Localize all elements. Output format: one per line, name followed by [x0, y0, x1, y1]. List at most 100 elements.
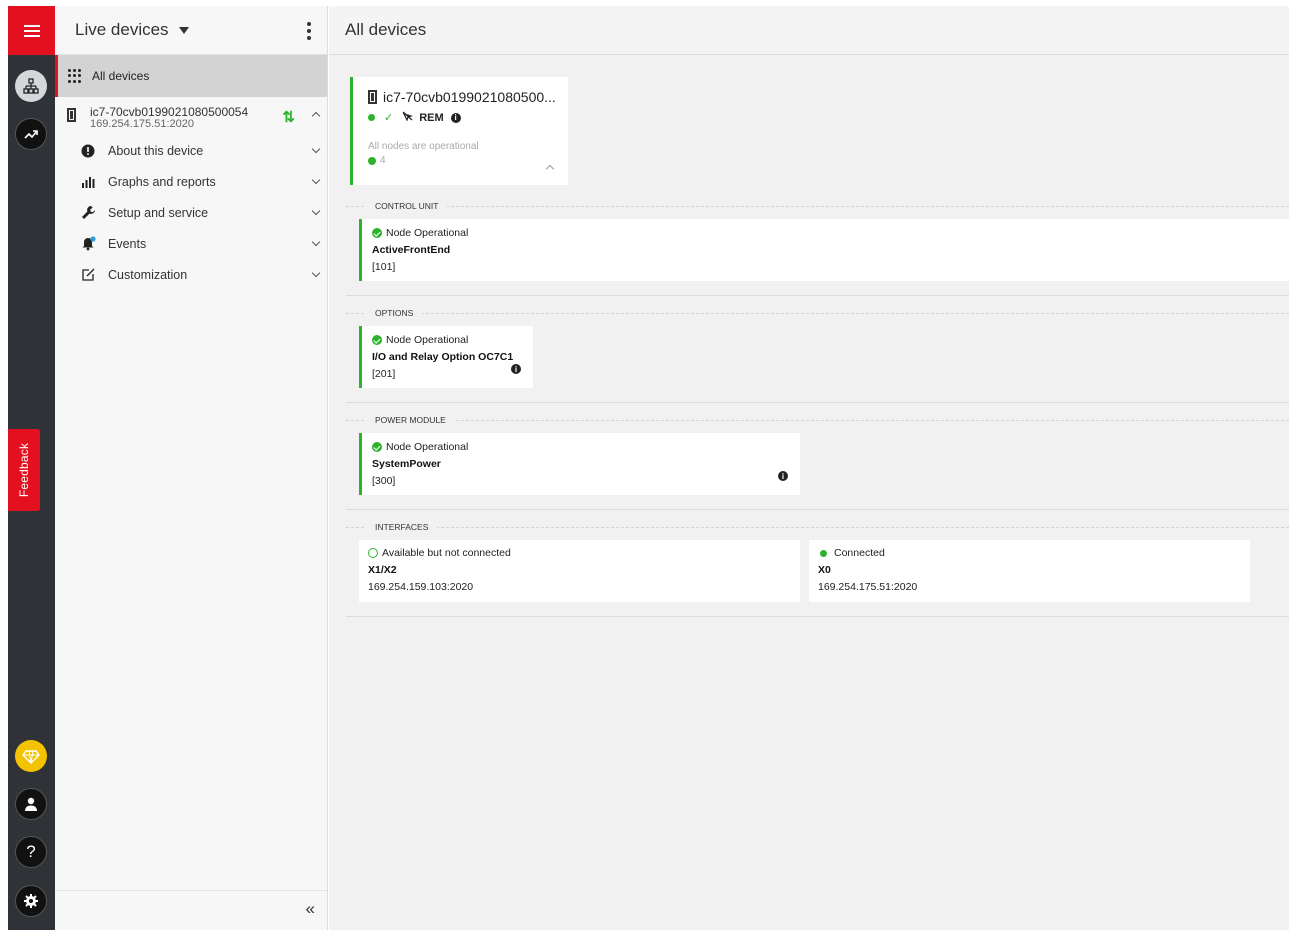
disconnected-circle-icon: [368, 548, 378, 558]
interface-card[interactable]: Available but not connected X1/X2 169.25…: [359, 540, 800, 602]
hamburger-icon: [23, 24, 40, 37]
user-icon: [25, 797, 37, 811]
control-mode: REM: [419, 111, 444, 124]
summary-count-row: 4: [368, 155, 568, 166]
nav-about-device-label: About this device: [108, 143, 204, 158]
sort-arrows-icon[interactable]: ⇅: [282, 108, 295, 126]
node-status-label: Node Operational: [386, 227, 469, 239]
drive-icon: [67, 108, 76, 122]
drive-icon: [368, 90, 377, 104]
more-options-icon[interactable]: [307, 22, 311, 40]
all-devices-item[interactable]: All devices: [55, 55, 327, 97]
connected-dot-icon: [820, 549, 827, 557]
node-card[interactable]: Node Operational I/O and Relay Option OC…: [359, 326, 533, 388]
left-rail: Feedback ?: [8, 6, 55, 930]
panel-header: Live devices: [55, 6, 327, 55]
node-card[interactable]: Node Operational SystemPower [300] i: [359, 433, 800, 495]
interface-card[interactable]: Connected X0 169.254.175.51:2020: [809, 540, 1250, 602]
nav-customization-label: Customization: [108, 267, 188, 282]
node-name: SystemPower: [372, 458, 441, 470]
settings-button[interactable]: [15, 885, 47, 917]
interface-address: 169.254.175.51:2020: [818, 581, 918, 593]
interface-name: X1/X2: [368, 564, 397, 576]
chevron-up-icon[interactable]: [545, 164, 555, 174]
premium-icon: [22, 750, 40, 764]
trends-button[interactable]: [15, 118, 47, 150]
section-divider: [346, 206, 1289, 207]
wrench-icon: [80, 205, 96, 221]
panel-footer: «: [55, 890, 327, 930]
feedback-tab[interactable]: Feedback: [8, 429, 40, 511]
device-ip: 169.254.175.51:2020: [90, 118, 194, 130]
node-status: Node Operational: [372, 441, 800, 453]
section-power-module: POWER MODULE Node Operational SystemPowe…: [346, 414, 1289, 510]
summary-device-name: ic7-70cvb0199021080500...: [383, 89, 556, 105]
device-name: ic7-70cvb0199021080500054: [90, 105, 249, 119]
settings-icon: [24, 894, 38, 908]
chevron-up-icon[interactable]: [311, 111, 321, 121]
interface-address: 169.254.159.103:2020: [368, 581, 474, 593]
help-icon: ?: [26, 842, 36, 861]
node-status-label: Node Operational: [386, 334, 469, 346]
nav-graphs-reports-label: Graphs and reports: [108, 174, 216, 189]
chevron-down-icon[interactable]: [311, 144, 321, 154]
section-title: POWER MODULE: [366, 414, 455, 426]
bell-icon: [80, 236, 96, 252]
all-devices-label: All devices: [92, 69, 150, 83]
interface-status-label: Available but not connected: [382, 547, 511, 559]
device-item[interactable]: ic7-70cvb0199021080500054 169.254.175.51…: [55, 97, 327, 135]
section-title: OPTIONS: [366, 307, 423, 319]
user-button[interactable]: [15, 788, 47, 820]
caret-down-icon[interactable]: [178, 26, 189, 34]
collapse-panel-icon[interactable]: «: [306, 899, 315, 919]
nav-customization[interactable]: Customization: [55, 259, 327, 290]
trend-icon: [24, 130, 38, 139]
network-icon: [23, 78, 39, 94]
node-status: Node Operational: [372, 227, 1289, 239]
check-circle-icon: [372, 335, 382, 345]
check-circle-icon: [372, 442, 382, 452]
chevron-down-icon[interactable]: [311, 237, 321, 247]
node-id: [201]: [372, 368, 396, 380]
check-circle-icon: [368, 156, 376, 165]
info-icon[interactable]: i: [511, 364, 521, 374]
nav-setup-service[interactable]: Setup and service: [55, 197, 327, 228]
node-id: [101]: [372, 261, 396, 273]
nav-setup-service-label: Setup and service: [108, 205, 209, 220]
section-interfaces: INTERFACES Available but not connected X…: [346, 521, 1289, 617]
nav-about-device[interactable]: About this device: [55, 135, 327, 166]
chevron-down-icon[interactable]: [311, 206, 321, 216]
section-title: INTERFACES: [366, 521, 438, 533]
interface-status-label: Connected: [834, 547, 885, 559]
page-title: All devices: [345, 20, 427, 39]
section-options: OPTIONS Node Operational I/O and Relay O…: [346, 307, 1289, 403]
premium-button[interactable]: [15, 740, 47, 772]
nav-graphs-reports[interactable]: Graphs and reports: [55, 166, 327, 197]
main-menu-button[interactable]: [8, 6, 55, 55]
nav-events[interactable]: Events: [55, 228, 327, 259]
summary-status-row: ✓ REM i: [368, 111, 568, 124]
main-content: All devices ic7-70cvb0199021080500... ✓ …: [329, 6, 1289, 930]
node-count: 4: [380, 155, 386, 166]
node-status: Node Operational: [372, 334, 533, 346]
section-title: CONTROL UNIT: [366, 200, 448, 212]
info-icon[interactable]: i: [778, 471, 788, 481]
help-button[interactable]: ?: [15, 836, 47, 868]
device-summary-card[interactable]: ic7-70cvb0199021080500... ✓ REM i All no…: [350, 77, 568, 185]
node-status-label: Node Operational: [386, 441, 469, 453]
node-name: I/O and Relay Option OC7C1: [372, 351, 514, 363]
chevron-down-icon[interactable]: [311, 268, 321, 278]
live-devices-title[interactable]: Live devices: [75, 20, 169, 40]
chevron-down-icon[interactable]: [311, 175, 321, 185]
main-header: All devices: [329, 6, 1289, 55]
network-devices-button[interactable]: [15, 70, 47, 102]
info-icon[interactable]: i: [450, 112, 461, 123]
online-dot-icon: [368, 114, 375, 121]
nav-events-label: Events: [108, 236, 147, 251]
edit-icon: [80, 267, 96, 283]
check-icon: ✓: [384, 112, 394, 124]
remote-control-icon: [402, 111, 414, 124]
summary-device-name-row: ic7-70cvb0199021080500...: [368, 89, 568, 105]
node-card[interactable]: Node Operational ActiveFrontEnd [101]: [359, 219, 1289, 281]
section-divider: [346, 313, 1289, 314]
